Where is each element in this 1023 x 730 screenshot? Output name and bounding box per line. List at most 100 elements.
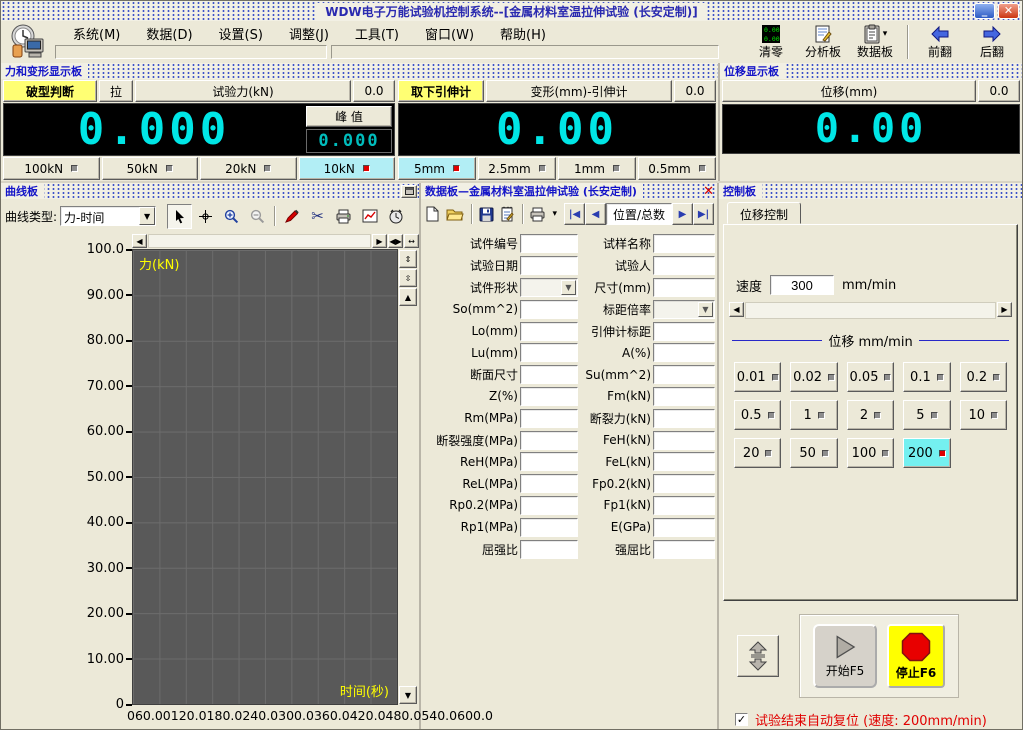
scissors-tool-button[interactable]: ✂: [305, 204, 330, 229]
chart-hscrollbar[interactable]: ◀ ▶ ◀▶ ↔: [132, 233, 419, 249]
new-record-button[interactable]: [424, 203, 442, 225]
field-input[interactable]: ▼: [653, 496, 715, 515]
force-range-button[interactable]: 100kN: [3, 157, 100, 180]
data-board-button[interactable]: ▾ 数据板: [851, 23, 899, 59]
field-input[interactable]: ▼: [653, 300, 715, 319]
field-input-text[interactable]: [521, 541, 577, 558]
field-input-text[interactable]: [654, 279, 714, 296]
force-channel-button[interactable]: 试验力(kN): [135, 80, 351, 102]
zoom-in-tool-button[interactable]: [219, 204, 244, 229]
scroll-up-icon[interactable]: ▲: [399, 288, 417, 306]
field-input[interactable]: ▼: [520, 496, 578, 515]
field-input[interactable]: ▼: [653, 365, 715, 384]
last-record-button[interactable]: ▶|: [693, 203, 714, 225]
field-input-text[interactable]: [521, 388, 577, 405]
crosshair-tool-button[interactable]: [193, 204, 218, 229]
speed-preset-button[interactable]: 100: [847, 438, 894, 468]
field-input-text[interactable]: [521, 323, 577, 340]
menu-item[interactable]: 工具(T): [353, 23, 401, 44]
field-input[interactable]: ▼: [520, 300, 578, 319]
cursor-tool-button[interactable]: [167, 204, 192, 229]
scroll-down-icon[interactable]: ▼: [399, 686, 417, 704]
field-input-text[interactable]: [521, 257, 577, 274]
chevron-down-icon[interactable]: ▼: [698, 302, 713, 317]
field-input-text[interactable]: [654, 366, 714, 383]
speed-preset-button[interactable]: 0.05: [847, 362, 894, 392]
speed-preset-button[interactable]: 1: [790, 400, 837, 430]
first-record-button[interactable]: |◀: [564, 203, 585, 225]
field-input-text[interactable]: [521, 235, 577, 252]
slider-left-icon[interactable]: ◀: [729, 302, 744, 317]
close-button[interactable]: ✕: [998, 3, 1019, 19]
menu-item[interactable]: 设置(S): [217, 23, 265, 44]
break-judge-button[interactable]: 破型判断: [3, 80, 97, 102]
speed-preset-button[interactable]: 5: [903, 400, 950, 430]
field-input[interactable]: ▼: [520, 431, 578, 450]
curve-type-combo[interactable]: 力-时间 ▼: [60, 206, 156, 226]
field-input[interactable]: ▼: [520, 322, 578, 341]
minimize-button[interactable]: _: [974, 3, 995, 19]
timer-tool-button[interactable]: [383, 204, 408, 229]
field-input-text[interactable]: [521, 366, 577, 383]
deform-range-button[interactable]: 5mm: [398, 157, 476, 180]
field-input[interactable]: ▼: [653, 387, 715, 406]
field-input[interactable]: ▼: [520, 518, 578, 537]
zoom-out-tool-button[interactable]: [245, 204, 270, 229]
field-input[interactable]: ▼: [520, 409, 578, 428]
field-input[interactable]: ▼: [653, 234, 715, 253]
field-input[interactable]: ▼: [653, 343, 715, 362]
scroll-right-icon[interactable]: ▶: [372, 234, 387, 248]
next-record-button[interactable]: ▶: [672, 203, 693, 225]
expand-height-icon[interactable]: ⇳: [399, 269, 417, 287]
start-button[interactable]: 开始F5: [813, 624, 877, 688]
chart-tool-button[interactable]: [357, 204, 382, 229]
speed-preset-button[interactable]: 2: [847, 400, 894, 430]
field-input[interactable]: ▼: [520, 343, 578, 362]
field-input-text[interactable]: [654, 519, 714, 536]
field-input[interactable]: ▼: [653, 431, 715, 450]
hscroll-track[interactable]: [148, 234, 371, 248]
field-input-text[interactable]: [654, 497, 714, 514]
menu-item[interactable]: 调整(J): [287, 23, 331, 44]
speed-preset-button[interactable]: 50: [790, 438, 837, 468]
speed-preset-button[interactable]: 0.02: [790, 362, 837, 392]
field-input[interactable]: ▼: [520, 452, 578, 471]
print-report-button[interactable]: [528, 203, 547, 225]
field-input[interactable]: ▼: [520, 234, 578, 253]
field-input-text[interactable]: [521, 344, 577, 361]
field-input[interactable]: ▼: [653, 518, 715, 537]
force-range-button[interactable]: 20kN: [200, 157, 297, 180]
menu-item[interactable]: 窗口(W): [423, 23, 476, 44]
speed-preset-button[interactable]: 0.1: [903, 362, 950, 392]
field-input[interactable]: ▼: [653, 256, 715, 275]
fit-height-icon[interactable]: ⇕: [399, 250, 417, 268]
field-input-text[interactable]: [521, 432, 577, 449]
peak-value-button[interactable]: 峰 值: [306, 106, 392, 127]
field-input-text[interactable]: [521, 475, 577, 492]
data-board-caret[interactable]: ▾: [883, 27, 888, 41]
speed-preset-button[interactable]: 0.01: [734, 362, 781, 392]
print-curve-button[interactable]: [331, 204, 356, 229]
save-button[interactable]: [477, 203, 495, 225]
field-input-text[interactable]: [521, 410, 577, 427]
analysis-board-button[interactable]: 分析板: [799, 23, 847, 59]
deform-channel-button[interactable]: 变形(mm)-引伸计: [486, 80, 672, 102]
deform-range-button[interactable]: 2.5mm: [478, 157, 556, 180]
field-input-text[interactable]: [521, 453, 577, 470]
chevron-down-icon[interactable]: ▼: [561, 280, 576, 295]
field-input[interactable]: ▼: [653, 540, 715, 559]
field-input[interactable]: ▼: [653, 409, 715, 428]
field-input[interactable]: ▼: [653, 474, 715, 493]
curve-panel-window-button[interactable]: [401, 185, 417, 198]
print-options-caret[interactable]: ▾: [552, 209, 557, 219]
field-input-text[interactable]: [654, 323, 714, 340]
clear-zero-button[interactable]: 0.00 0.00 清零: [747, 23, 795, 59]
page-next-button[interactable]: 后翻: [968, 23, 1016, 59]
force-range-button[interactable]: 10kN: [299, 157, 396, 180]
field-input-text[interactable]: [521, 301, 577, 318]
speed-preset-button[interactable]: 10: [960, 400, 1007, 430]
auto-reset-checkbox[interactable]: ✓: [735, 713, 748, 726]
field-input[interactable]: ▼: [653, 452, 715, 471]
deform-range-button[interactable]: 0.5mm: [638, 157, 716, 180]
field-input-text[interactable]: [654, 344, 714, 361]
